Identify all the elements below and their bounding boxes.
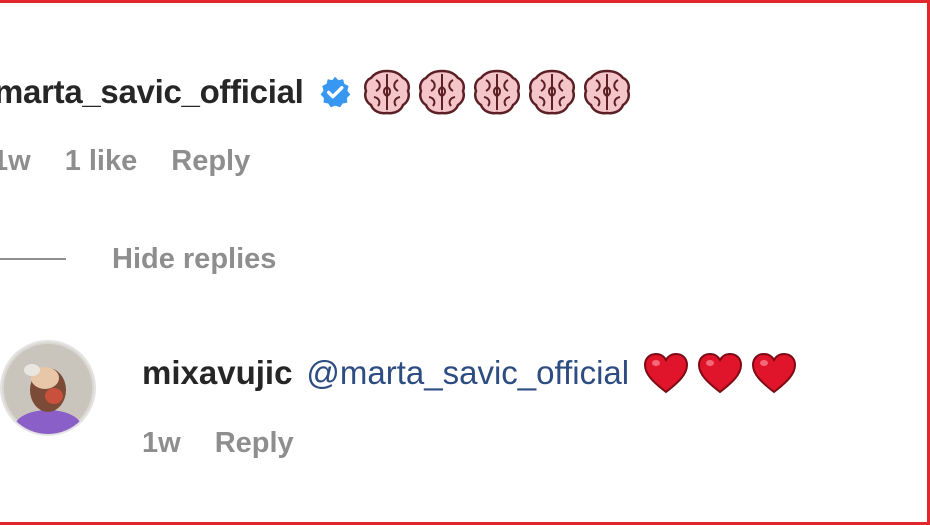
divider-line <box>0 258 66 260</box>
comment-username[interactable]: marta_savic_official <box>0 73 304 111</box>
comment-header: marta_savic_official <box>0 62 637 122</box>
reply-time: 1w <box>142 426 181 459</box>
red-heart-icon <box>698 352 743 394</box>
brain-icon <box>363 69 410 115</box>
hide-replies-row[interactable]: Hide replies <box>0 236 276 282</box>
comment-emojis <box>362 67 637 117</box>
comment-likes[interactable]: 1 like <box>65 145 138 178</box>
reply-mention-link[interactable]: @marta_savic_official <box>306 354 629 392</box>
comment-reply-button[interactable]: Reply <box>171 145 250 178</box>
verified-badge-icon <box>320 76 350 108</box>
brain-icon <box>418 69 465 115</box>
reply-username[interactable]: mixavujic <box>142 354 292 392</box>
reply-reply-button[interactable]: Reply <box>215 427 294 460</box>
comment-time: 1w <box>0 144 31 177</box>
brain-icon <box>473 69 520 115</box>
avatar-image <box>2 342 94 434</box>
red-heart-icon <box>752 352 797 394</box>
reply-emojis <box>643 352 805 394</box>
avatar[interactable] <box>0 340 96 436</box>
brain-icon <box>528 69 575 115</box>
red-heart-icon <box>644 352 689 394</box>
hide-replies-button[interactable]: Hide replies <box>112 243 276 276</box>
reply-header: mixavujic @marta_savic_official <box>142 346 805 400</box>
reply-meta: 1w Reply <box>142 420 294 466</box>
brain-icon <box>583 69 630 115</box>
comment-meta: 1w 1 like Reply <box>0 138 250 184</box>
